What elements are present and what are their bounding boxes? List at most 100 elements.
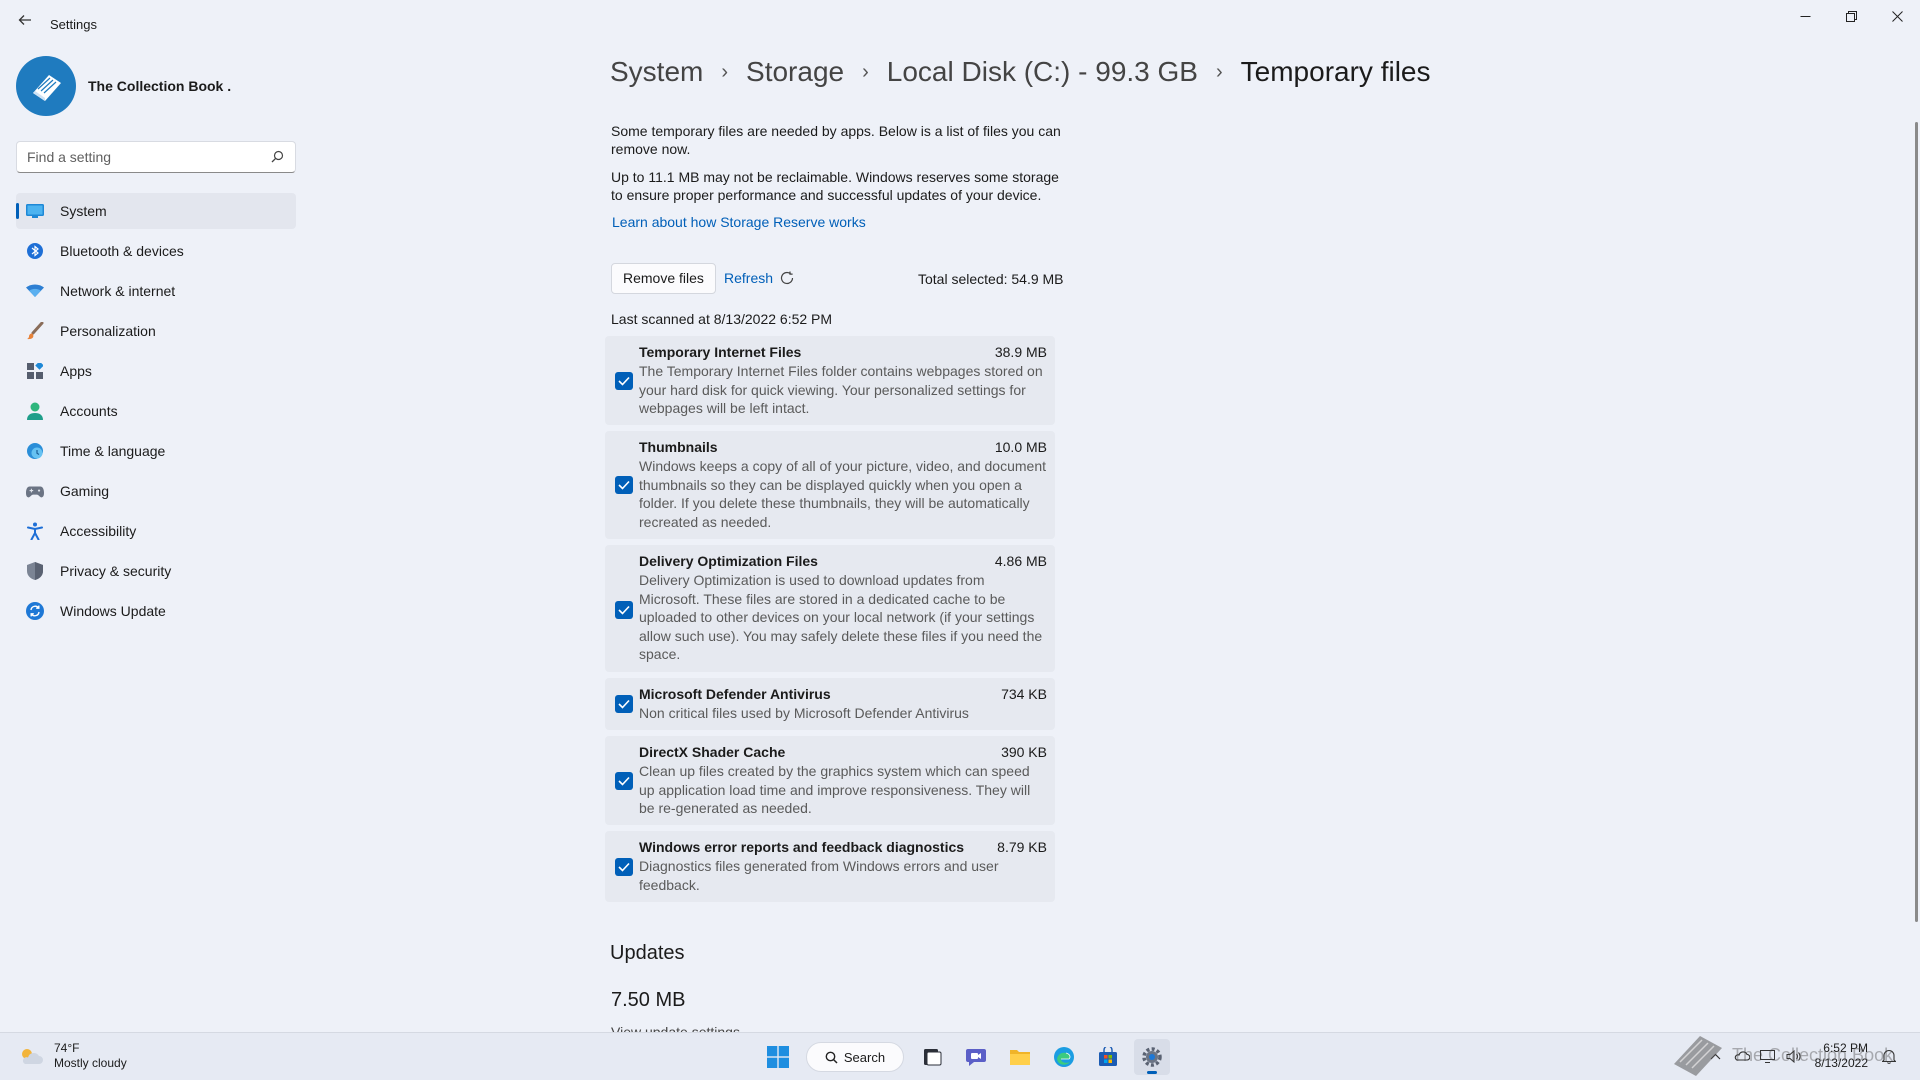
refresh-icon xyxy=(780,271,794,285)
sidebar-item-label: Personalization xyxy=(60,323,156,339)
sidebar-item-windows-update[interactable]: Windows Update xyxy=(16,593,296,629)
file-name: Microsoft Defender Antivirus xyxy=(639,686,831,702)
sidebar-item-gaming[interactable]: Gaming xyxy=(16,473,296,509)
file-name: Windows error reports and feedback diagn… xyxy=(639,839,965,855)
file-description: Delivery Optimization is used to downloa… xyxy=(639,572,1043,662)
taskbar-search[interactable]: Search xyxy=(806,1042,904,1072)
window-controls xyxy=(1782,0,1920,32)
sidebar-item-system[interactable]: System xyxy=(16,193,296,229)
profile-name: The Collection Book . xyxy=(88,78,232,94)
back-arrow-icon[interactable] xyxy=(14,12,36,34)
file-size: 390 KB xyxy=(1001,744,1047,760)
checkbox-checked-icon[interactable] xyxy=(615,695,633,713)
search-input[interactable] xyxy=(17,142,257,172)
sidebar-item-accessibility[interactable]: Accessibility xyxy=(16,513,296,549)
file-size: 10.0 MB xyxy=(994,439,1047,455)
sidebar-item-privacy[interactable]: Privacy & security xyxy=(16,553,296,589)
checkbox-checked-icon[interactable] xyxy=(615,858,633,876)
app-title: Settings xyxy=(50,17,97,32)
file-explorer-icon[interactable] xyxy=(1002,1039,1038,1075)
profile-card[interactable]: The Collection Book . xyxy=(16,56,231,116)
file-size: 38.9 MB xyxy=(994,344,1047,360)
close-button[interactable] xyxy=(1874,0,1920,32)
temp-file-list: Temporary Internet Files 38.9 MB The Temp… xyxy=(605,336,1055,908)
system-icon xyxy=(26,202,44,220)
sidebar-item-accounts[interactable]: Accounts xyxy=(16,393,296,429)
edge-icon[interactable] xyxy=(1046,1039,1082,1075)
sidebar-item-apps[interactable]: Apps xyxy=(16,353,296,389)
last-scanned: Last scanned at 8/13/2022 6:52 PM xyxy=(611,311,833,327)
updates-heading: Updates xyxy=(610,942,685,964)
accessibility-icon xyxy=(26,522,44,540)
settings-icon[interactable] xyxy=(1134,1039,1170,1075)
storage-reserve-link[interactable]: Learn about how Storage Reserve works xyxy=(612,214,866,230)
updates-size: 7.50 MB xyxy=(611,989,686,1011)
list-item[interactable]: Microsoft Defender Antivirus 734 KB Non c… xyxy=(605,678,1055,730)
list-item[interactable]: DirectX Shader Cache 390 KB Clean up file… xyxy=(605,736,1055,825)
chevron-right-icon: › xyxy=(1215,60,1223,83)
breadcrumb-local-disk[interactable]: Local Disk (C:) - 99.3 GB xyxy=(887,56,1198,88)
cloudy-icon xyxy=(22,1049,43,1064)
sidebar-item-network[interactable]: Network & internet xyxy=(16,273,296,309)
file-description: Windows keeps a copy of all of your pict… xyxy=(639,458,1046,530)
task-view-icon[interactable] xyxy=(914,1039,950,1075)
accounts-icon xyxy=(26,402,44,420)
title-bar: Settings xyxy=(0,0,1920,48)
time-language-icon xyxy=(26,442,44,460)
sidebar-item-label: Accessibility xyxy=(60,523,137,539)
brush-icon xyxy=(26,322,44,340)
search-icon xyxy=(825,1051,838,1064)
start-icon[interactable] xyxy=(760,1039,796,1075)
list-item[interactable]: Temporary Internet Files 38.9 MB The Temp… xyxy=(605,336,1055,425)
chevron-right-icon: › xyxy=(862,60,869,83)
sidebar-item-label: Bluetooth & devices xyxy=(60,243,184,259)
sidebar-item-time-language[interactable]: Time & language xyxy=(16,433,296,469)
sidebar-item-label: Apps xyxy=(60,363,92,379)
gaming-icon xyxy=(26,482,44,500)
minimize-button[interactable] xyxy=(1782,0,1828,32)
refresh-button[interactable]: Refresh xyxy=(724,270,795,286)
checkbox-checked-icon[interactable] xyxy=(615,476,633,494)
breadcrumb: System › Storage › Local Disk (C:) - 99.… xyxy=(610,56,1431,88)
chat-icon[interactable] xyxy=(958,1039,994,1075)
taskbar-search-label: Search xyxy=(843,1049,886,1065)
windows-update-icon xyxy=(26,602,44,620)
sidebar-item-bluetooth[interactable]: Bluetooth & devices xyxy=(16,233,296,269)
checkbox-checked-icon[interactable] xyxy=(615,601,633,619)
search-box[interactable] xyxy=(16,141,296,173)
wifi-icon xyxy=(26,282,44,300)
breadcrumb-system[interactable]: System xyxy=(610,56,703,88)
shield-icon xyxy=(26,562,44,580)
watermark-book-icon xyxy=(1670,1030,1726,1080)
scrollbar[interactable] xyxy=(1915,122,1918,922)
intro-text: Some temporary files are needed by apps.… xyxy=(611,123,1061,157)
weather-widget[interactable]: 74°F Mostly cloudy xyxy=(18,1041,127,1071)
avatar xyxy=(16,56,76,116)
file-description: The Temporary Internet Files folder cont… xyxy=(639,363,1043,416)
weather-temp: 74°F xyxy=(54,1041,80,1055)
breadcrumb-storage[interactable]: Storage xyxy=(746,56,844,88)
checkbox-checked-icon[interactable] xyxy=(615,372,633,390)
file-description: Diagnostics files generated from Windows… xyxy=(639,858,999,893)
sidebar-nav: System Bluetooth & devices Network & int… xyxy=(16,193,296,633)
storage-reserve-note: Up to 11.1 MB may not be reclaimable. Wi… xyxy=(611,169,1059,203)
remove-files-button[interactable]: Remove files xyxy=(611,263,716,294)
file-size: 4.86 MB xyxy=(994,553,1047,569)
list-item[interactable]: Thumbnails 10.0 MB Windows keeps a copy o… xyxy=(605,431,1055,539)
sidebar-item-label: Network & internet xyxy=(60,283,176,299)
list-item[interactable]: Windows error reports and feedback diagn… xyxy=(605,831,1055,902)
file-name: Temporary Internet Files xyxy=(639,344,802,360)
checkbox-checked-icon[interactable] xyxy=(615,772,633,790)
file-name: Thumbnails xyxy=(639,439,718,455)
search-icon[interactable] xyxy=(271,150,285,164)
view-update-settings-link[interactable]: View update settings xyxy=(611,1024,740,1032)
total-selected: Total selected: 54.9 MB xyxy=(918,271,1064,287)
watermark-text: The Collection Book xyxy=(1732,1045,1894,1065)
sidebar-item-label: Time & language xyxy=(60,443,166,459)
list-item[interactable]: Delivery Optimization Files 4.86 MB Deliv… xyxy=(605,545,1055,672)
apps-icon xyxy=(26,362,44,380)
store-icon[interactable] xyxy=(1090,1039,1126,1075)
sidebar-item-personalization[interactable]: Personalization xyxy=(16,313,296,349)
page-title: Temporary files xyxy=(1240,56,1431,87)
restore-button[interactable] xyxy=(1828,0,1874,32)
